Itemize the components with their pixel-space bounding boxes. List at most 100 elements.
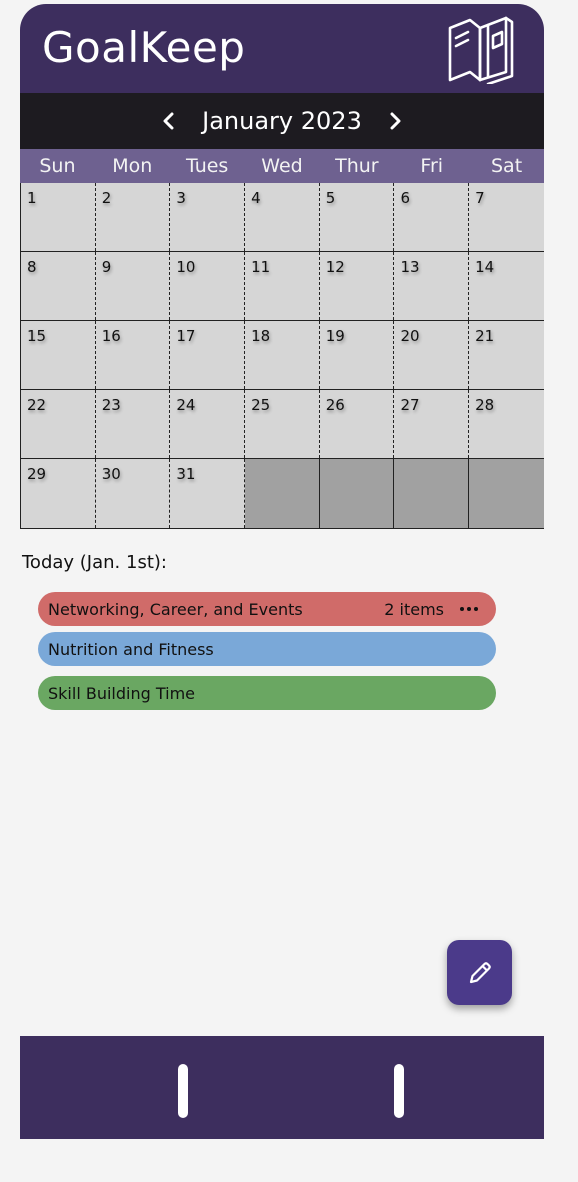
day-cell[interactable]: 15 [21,321,96,389]
day-number: 31 [176,465,196,483]
empty-day-cell [245,459,320,528]
day-cell[interactable]: 25 [245,390,320,458]
day-cell[interactable]: 9 [96,252,171,320]
chevron-right-icon [390,112,401,130]
day-cell[interactable]: 19 [320,321,395,389]
day-number: 8 [27,258,37,276]
prev-month-button[interactable] [156,109,180,133]
day-number: 19 [325,327,345,345]
day-cell[interactable]: 16 [96,321,171,389]
day-number: 14 [475,258,495,276]
day-cell[interactable]: 10 [170,252,246,320]
week-row: 29 30 31 [21,459,544,529]
weekday-label: Tues [185,155,229,177]
day-cell[interactable]: 26 [320,390,395,458]
category-name: Skill Building Time [48,683,195,703]
day-number: 26 [325,396,345,414]
more-options-icon[interactable] [460,605,482,613]
category-networking[interactable]: Networking, Career, and Events 2 items [38,592,496,626]
book-icon [448,16,514,84]
weekday-header-row: Sun Mon Tues Wed Thur Fri Sat [20,149,544,183]
app-header: GoalKeep [20,4,544,93]
weekday-label: Wed [261,155,303,177]
day-cell[interactable]: 1 [21,183,96,251]
day-number: 4 [251,189,261,207]
empty-day-cell [469,459,544,528]
category-name: Networking, Career, and Events [48,599,303,619]
day-number: 17 [176,327,196,345]
day-number: 21 [475,327,495,345]
bottom-bar [20,1036,544,1139]
day-number: 27 [400,396,420,414]
empty-day-cell [394,459,470,528]
day-number: 24 [176,396,196,414]
day-cell[interactable]: 22 [21,390,96,458]
day-cell[interactable]: 6 [394,183,470,251]
day-cell[interactable]: 14 [469,252,544,320]
day-cell[interactable]: 17 [170,321,246,389]
edit-button[interactable] [447,940,512,1005]
day-cell[interactable]: 5 [320,183,395,251]
day-number: 16 [101,327,121,345]
day-number: 6 [400,189,410,207]
day-number: 29 [27,465,47,483]
today-label: Today (Jan. 1st): [22,552,167,573]
day-cell[interactable]: 24 [170,390,246,458]
category-skill-building[interactable]: Skill Building Time [38,676,496,710]
day-cell[interactable]: 31 [170,459,246,528]
day-number: 10 [176,258,196,276]
day-cell[interactable]: 4 [245,183,320,251]
day-number: 9 [101,258,112,276]
month-label: January 2023 [202,107,362,135]
day-number: 23 [101,396,121,414]
day-number: 28 [475,396,495,414]
day-number: 18 [251,327,271,345]
month-navigation: January 2023 [20,93,544,149]
day-number: 30 [101,465,121,483]
day-number: 2 [101,189,112,207]
week-row: 22 23 24 25 26 27 28 [21,390,544,459]
day-cell[interactable]: 20 [394,321,470,389]
day-cell[interactable]: 21 [469,321,544,389]
pencil-icon [469,961,491,983]
day-number: 7 [475,189,485,207]
category-item-count: 2 items [384,599,444,619]
chevron-left-icon [163,112,174,130]
day-cell[interactable]: 13 [394,252,470,320]
day-number: 20 [400,327,420,345]
day-number: 3 [176,189,186,207]
day-cell[interactable]: 23 [96,390,171,458]
day-cell[interactable]: 3 [170,183,246,251]
bottom-bar-handle[interactable] [178,1064,188,1118]
day-cell[interactable]: 27 [394,390,470,458]
day-number: 25 [251,396,271,414]
day-number: 13 [400,258,420,276]
day-number: 22 [27,396,47,414]
day-number: 11 [251,258,271,276]
next-month-button[interactable] [384,109,408,133]
day-cell[interactable]: 2 [96,183,171,251]
day-cell[interactable]: 30 [96,459,171,528]
weekday-label: Sat [491,155,523,177]
empty-day-cell [319,459,395,528]
day-cell[interactable]: 8 [21,252,96,320]
day-cell[interactable]: 11 [245,252,320,320]
day-cell[interactable]: 12 [320,252,395,320]
day-cell[interactable]: 7 [469,183,544,251]
weekday-label: Thur [335,155,379,177]
week-row: 8 9 10 11 12 13 14 [21,252,544,321]
weekday-label: Fri [420,155,444,177]
weekday-label: Mon [112,155,153,177]
day-number: 12 [325,258,345,276]
weekday-label: Sun [39,155,76,177]
day-cell[interactable]: 29 [21,459,96,528]
category-name: Nutrition and Fitness [48,639,214,659]
week-row: 1 2 3 4 5 6 7 [21,183,544,252]
category-nutrition[interactable]: Nutrition and Fitness [38,632,496,666]
day-cell[interactable]: 18 [245,321,320,389]
bottom-bar-handle[interactable] [394,1064,404,1118]
day-number: 1 [27,189,37,207]
day-cell[interactable]: 28 [469,390,544,458]
calendar-grid: 1 2 3 4 5 6 7 8 9 10 11 12 13 14 15 16 1… [20,183,544,529]
week-row: 15 16 17 18 19 20 21 [21,321,544,390]
